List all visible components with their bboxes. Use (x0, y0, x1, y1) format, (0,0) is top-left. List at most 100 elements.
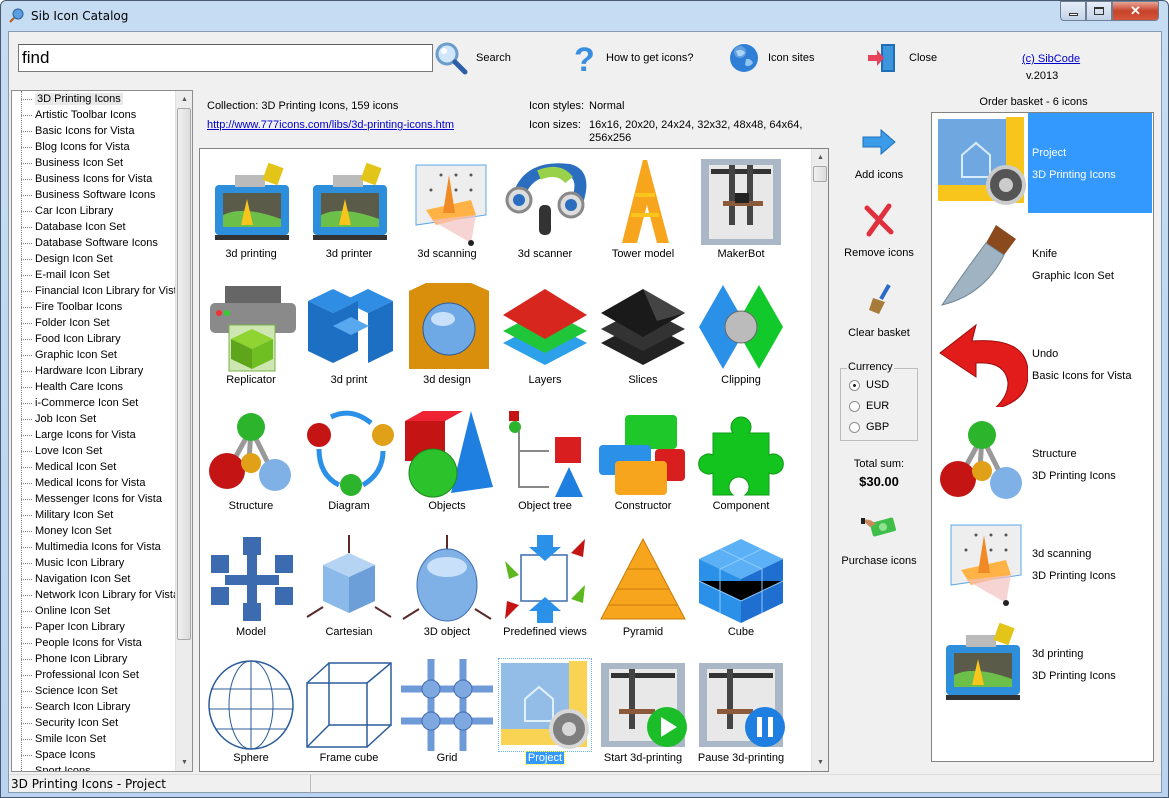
basket-item[interactable]: Undo Basic Icons for Vista (932, 313, 1153, 413)
tree-item[interactable]: Professional Icon Set (12, 667, 192, 683)
icon-cell[interactable]: Grid (398, 655, 496, 781)
icon-cell[interactable]: 3D object (398, 529, 496, 655)
how-to-get-icons-button[interactable]: ? How to get icons? (572, 40, 693, 76)
tree-item[interactable]: Multimedia Icons for Vista (12, 539, 192, 555)
basket-item[interactable]: 3d scanning 3D Printing Icons (932, 513, 1153, 613)
tree-item[interactable]: i-Commerce Icon Set (12, 395, 192, 411)
basket-item[interactable]: Project 3D Printing Icons (932, 113, 1153, 213)
tree-item[interactable]: Hardware Icon Library (12, 363, 192, 379)
icon-cell[interactable]: 3d scanning (398, 151, 496, 277)
icon-cell[interactable]: Constructor (594, 403, 692, 529)
icon-cell[interactable]: 3d scanner (496, 151, 594, 277)
icon-cell[interactable]: Component (692, 403, 790, 529)
tree-item[interactable]: Database Software Icons (12, 235, 192, 251)
tree-scroll-thumb[interactable] (177, 108, 191, 640)
currency-usd-radio[interactable]: USD (849, 379, 889, 391)
basket-item[interactable]: 3d printing 3D Printing Icons (932, 613, 1153, 713)
tree-item[interactable]: Messenger Icons for Vista (12, 491, 192, 507)
tree-item[interactable]: Database Icon Set (12, 219, 192, 235)
icon-cell[interactable]: Clipping (692, 277, 790, 403)
remove-icons-button[interactable]: Remove icons (829, 202, 929, 259)
currency-eur-radio[interactable]: EUR (849, 400, 889, 412)
tree-item[interactable]: People Icons for Vista (12, 635, 192, 651)
tree-item[interactable]: Network Icon Library for Vista (12, 587, 192, 603)
tree-item[interactable]: Paper Icon Library (12, 619, 192, 635)
tree-item[interactable]: E-mail Icon Set (12, 267, 192, 283)
icon-cell[interactable]: Model (202, 529, 300, 655)
tree-item[interactable]: Phone Icon Library (12, 651, 192, 667)
icon-cell[interactable]: Cube (692, 529, 790, 655)
title-bar[interactable]: Sib Icon Catalog ✕ (1, 1, 1168, 31)
sibcode-link[interactable]: (c) SibCode (1022, 53, 1080, 65)
icon-cell[interactable]: 3d design (398, 277, 496, 403)
tree-item[interactable]: Food Icon Library (12, 331, 192, 347)
tree-item[interactable]: Business Software Icons (12, 187, 192, 203)
tree-item[interactable]: Music Icon Library (12, 555, 192, 571)
icon-cell[interactable]: Pause 3d-printing (692, 655, 790, 781)
tree-item[interactable]: Fire Toolbar Icons (12, 299, 192, 315)
tree-item[interactable]: Car Icon Library (12, 203, 192, 219)
maximize-button[interactable] (1086, 1, 1112, 21)
tree-item[interactable]: Blog Icons for Vista (12, 139, 192, 155)
close-app-button[interactable]: Close (867, 40, 937, 76)
tree-item[interactable]: Search Icon Library (12, 699, 192, 715)
icon-sites-button[interactable]: Icon sites (728, 40, 814, 76)
scroll-down-arrow-icon[interactable]: ▼ (176, 754, 192, 771)
icon-cell[interactable]: Structure (202, 403, 300, 529)
tree-item[interactable]: Job Icon Set (12, 411, 192, 427)
tree-item[interactable]: Sport Icons (12, 763, 192, 771)
tree-item[interactable]: Graphic Icon Set (12, 347, 192, 363)
tree-item[interactable]: Business Icon Set (12, 155, 192, 171)
icon-cell[interactable]: Diagram (300, 403, 398, 529)
tree-item[interactable]: Online Icon Set (12, 603, 192, 619)
icon-cell[interactable]: Predefined views (496, 529, 594, 655)
tree-item[interactable]: Basic Icons for Vista (12, 123, 192, 139)
icon-cell[interactable]: Layers (496, 277, 594, 403)
tree-item[interactable]: Large Icons for Vista (12, 427, 192, 443)
tree-item[interactable]: Science Icon Set (12, 683, 192, 699)
icon-cell[interactable]: Project (496, 655, 594, 781)
icon-cell[interactable]: Tower model (594, 151, 692, 277)
icon-cell[interactable]: 3d print (300, 277, 398, 403)
icon-cell[interactable]: Frame cube (300, 655, 398, 781)
icon-cell[interactable]: Slices (594, 277, 692, 403)
basket-item[interactable]: Structure 3D Printing Icons (932, 413, 1153, 513)
grid-scroll-down-icon[interactable]: ▼ (812, 754, 829, 771)
search-button[interactable]: Search (434, 40, 511, 76)
tree-item[interactable]: Space Icons (12, 747, 192, 763)
tree-item[interactable]: Medical Icon Set (12, 459, 192, 475)
grid-scroll-up-icon[interactable]: ▲ (812, 149, 829, 166)
icon-cell[interactable]: Cartesian (300, 529, 398, 655)
tree-item[interactable]: Health Care Icons (12, 379, 192, 395)
icon-cell[interactable]: Object tree (496, 403, 594, 529)
tree-item[interactable]: Money Icon Set (12, 523, 192, 539)
tree-item[interactable]: Folder Icon Set (12, 315, 192, 331)
minimize-button[interactable] (1060, 1, 1086, 21)
currency-gbp-radio[interactable]: GBP (849, 421, 889, 433)
close-window-button[interactable]: ✕ (1112, 1, 1159, 21)
tree-item[interactable]: Financial Icon Library for Vista (12, 283, 192, 299)
tree-item[interactable]: Love Icon Set (12, 443, 192, 459)
purchase-icons-button[interactable]: Purchase icons (829, 510, 929, 567)
icon-cell[interactable]: Replicator (202, 277, 300, 403)
collection-url-link[interactable]: http://www.777icons.com/libs/3d-printing… (207, 119, 454, 131)
add-icons-button[interactable]: Add icons (829, 124, 929, 181)
clear-basket-button[interactable]: Clear basket (829, 282, 929, 339)
tree-item[interactable]: Medical Icons for Vista (12, 475, 192, 491)
tree-item[interactable]: Design Icon Set (12, 251, 192, 267)
basket-item[interactable]: Knife Graphic Icon Set (932, 213, 1153, 313)
tree-item[interactable]: 3D Printing Icons (12, 91, 192, 107)
tree-item[interactable]: Smile Icon Set (12, 731, 192, 747)
icon-cell[interactable]: Objects (398, 403, 496, 529)
tree-item[interactable]: Military Icon Set (12, 507, 192, 523)
search-input[interactable] (18, 44, 433, 72)
icon-cell[interactable]: Start 3d-printing (594, 655, 692, 781)
tree-item[interactable]: Navigation Icon Set (12, 571, 192, 587)
icon-cell[interactable]: MakerBot (692, 151, 790, 277)
grid-scrollbar[interactable]: ▲ ▼ (811, 149, 828, 771)
icon-cell[interactable]: Sphere (202, 655, 300, 781)
icon-cell[interactable]: 3d printer (300, 151, 398, 277)
grid-scroll-thumb[interactable] (813, 166, 827, 182)
tree-item[interactable]: Security Icon Set (12, 715, 192, 731)
tree-item[interactable]: Artistic Toolbar Icons (12, 107, 192, 123)
